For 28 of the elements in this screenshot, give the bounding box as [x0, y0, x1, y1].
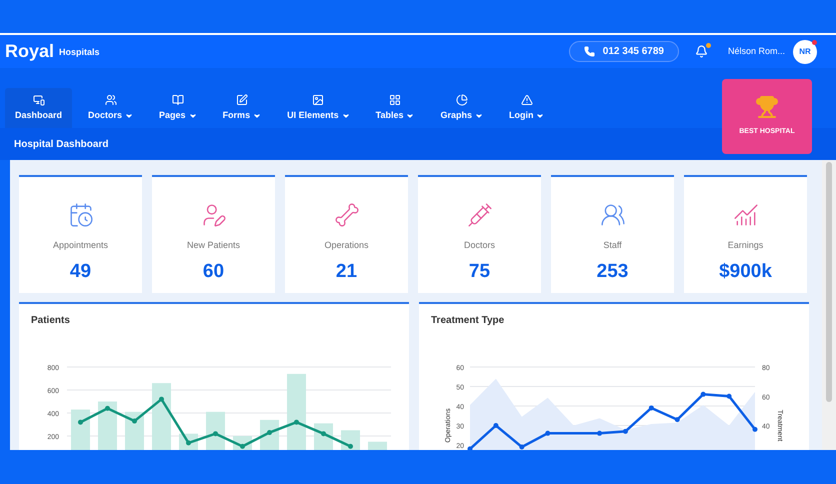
stat-label: Appointments — [52, 239, 108, 252]
user-name: Nélson Rom... — [728, 44, 785, 58]
user-avatar[interactable]: NR — [793, 40, 817, 64]
stat-value: 253 — [596, 260, 628, 284]
stat-label: New Patients — [186, 239, 240, 252]
nav-tab[interactable]: Dashboard — [5, 88, 72, 128]
page-title: Hospital Dashboard — [14, 138, 108, 152]
nav-tab[interactable]: Graphs — [430, 88, 493, 128]
stat-value: $900k — [719, 260, 772, 284]
nav-tab[interactable]: Forms — [212, 88, 272, 128]
nav-tab[interactable]: Tables — [366, 88, 424, 128]
phone-button[interactable]: 012 345 6789 — [568, 41, 679, 62]
nav-tab[interactable]: Doctors — [78, 88, 144, 128]
nav-tab[interactable]: UI Elements — [277, 88, 360, 128]
stat-label: Doctors — [464, 239, 495, 252]
stat-value: 49 — [70, 260, 92, 284]
chart-title: Treatment Type — [430, 314, 506, 328]
nav-tab[interactable]: Login — [498, 88, 554, 128]
chart-title: Patients — [30, 314, 71, 328]
stat-value: 21 — [336, 260, 358, 284]
brand-name: Royal — [5, 40, 54, 63]
stat-value: 75 — [468, 260, 490, 284]
stat-label: Earnings — [728, 239, 764, 252]
brand-subtitle: Hospitals — [59, 46, 100, 60]
stat-label: Staff — [603, 239, 622, 252]
stat-value: 60 — [202, 260, 224, 284]
stat-label: Operations — [324, 239, 369, 252]
nav-tab[interactable]: Pages — [149, 88, 207, 128]
